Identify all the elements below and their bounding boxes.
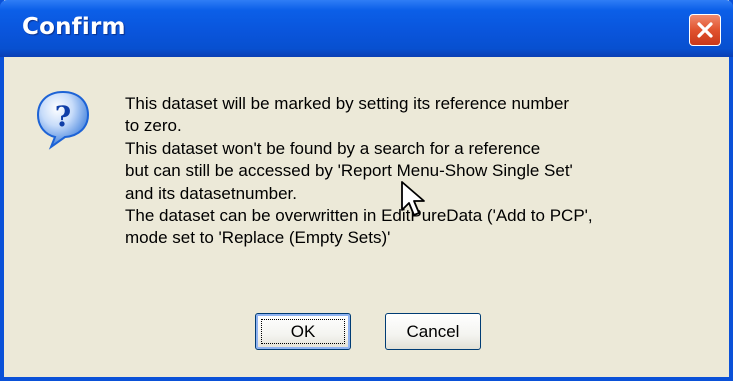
focus-rectangle <box>261 319 345 344</box>
message-line: This dataset will be marked by setting i… <box>125 94 570 113</box>
close-icon <box>697 22 713 38</box>
svg-text:?: ? <box>55 100 71 133</box>
message-line: mode set to 'Replace (Empty Sets)' <box>125 228 391 248</box>
title-bar[interactable]: Confirm <box>0 0 733 57</box>
close-button[interactable] <box>689 14 721 46</box>
message-line: The dataset can be overwritten in EditPu… <box>125 206 593 226</box>
dialog-title: Confirm <box>22 14 126 40</box>
ok-button[interactable]: OK <box>255 313 351 350</box>
question-icon: ? <box>36 90 90 150</box>
message-line: This dataset won't be found by a search … <box>125 138 541 158</box>
mouse-pointer-icon <box>401 181 425 216</box>
message-line: to zero. <box>125 116 182 136</box>
cancel-button-label: Cancel <box>406 321 460 341</box>
confirm-dialog: Confirm ? This dataset will be marked by… <box>0 0 733 381</box>
message-line: but can still be accessed by 'Report Men… <box>125 161 573 181</box>
message-text: This dataset will be marked by setting i… <box>125 93 593 250</box>
cancel-button[interactable]: Cancel <box>385 313 481 350</box>
message-line: and its datasetnumber. <box>125 183 298 203</box>
